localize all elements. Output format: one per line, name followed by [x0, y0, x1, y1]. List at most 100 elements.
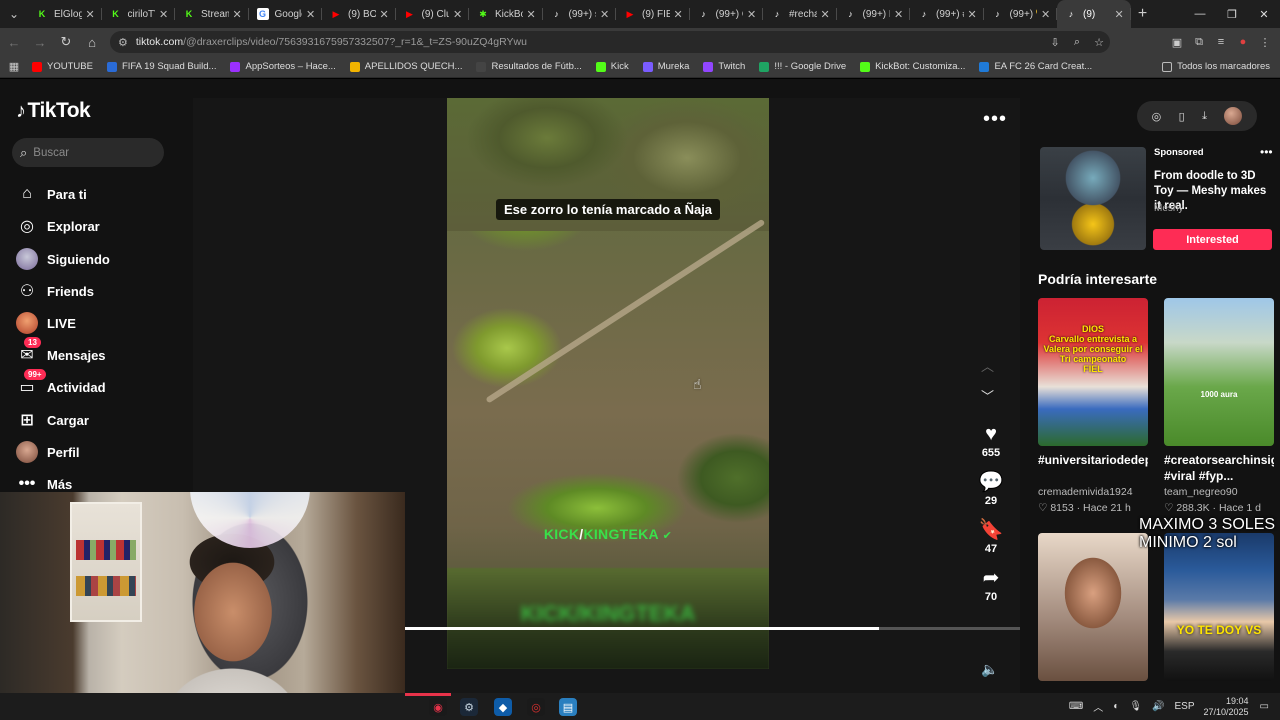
nav-item-actividad[interactable]: ▭ 99+ Actividad — [16, 369, 106, 401]
tab-close-icon[interactable]: ✕ — [453, 8, 463, 21]
share-button[interactable]: ➦ 70 — [973, 567, 1009, 603]
tab-close-icon[interactable]: ✕ — [233, 8, 243, 21]
nav-item-live[interactable]: LIVE — [16, 309, 76, 337]
ad-thumbnail[interactable] — [1040, 147, 1146, 250]
more-options-icon[interactable]: ••• — [983, 108, 1007, 131]
home-button[interactable]: ⌂ — [80, 30, 104, 54]
tab-close-icon[interactable]: ✕ — [306, 8, 316, 21]
bookmark-item[interactable]: YOUTUBE — [32, 61, 93, 72]
bookmark-item[interactable]: !!! - Google Drive — [759, 61, 846, 72]
app-icon-3[interactable]: ◆ — [494, 698, 512, 716]
bookmark-item[interactable]: Mureka — [642, 61, 689, 72]
nav-item-cargar[interactable]: ⊞ Cargar — [16, 406, 89, 434]
tab-close-icon[interactable]: ✕ — [674, 8, 684, 21]
tab-close-icon[interactable]: ✕ — [821, 8, 831, 21]
video-player[interactable]: Ese zorro lo tenía marcado a Ñaja KICK/K… — [447, 98, 769, 669]
previous-video-icon[interactable]: ︿ — [981, 356, 994, 375]
restore-button[interactable]: ❐ — [1216, 0, 1248, 28]
clock[interactable]: 19:04 27/10/2025 — [1204, 696, 1249, 718]
download-icon[interactable]: ⤓ — [1202, 110, 1207, 123]
tab-close-icon[interactable]: ✕ — [380, 8, 390, 21]
nav-item-para-ti[interactable]: ⌂ Para ti — [16, 180, 87, 208]
suggested-video-desc[interactable]: #universitariodedeportes... — [1038, 452, 1148, 484]
tab-close-icon[interactable]: ✕ — [968, 8, 978, 21]
tab-close-icon[interactable]: ✕ — [159, 8, 169, 21]
apps-grid-icon[interactable]: ▦ — [0, 60, 28, 73]
browser-tab[interactable]: K ElGloglo ✕ — [28, 0, 102, 28]
nav-item-explorar[interactable]: ◎ Explorar — [16, 212, 100, 240]
volume-icon[interactable]: 🔈 — [981, 661, 998, 678]
ad-brand[interactable]: Meshy — [1154, 203, 1183, 214]
browser-tab[interactable]: ▶ (9) BOI ✕ — [322, 0, 396, 28]
url-bar[interactable]: ⚙ tiktok.com/@draxerclips/video/75639316… — [110, 31, 1110, 53]
browser-tab[interactable]: ♪ #rechaz ✕ — [763, 0, 837, 28]
nav-item-siguiendo[interactable]: Siguiendo — [16, 245, 110, 273]
tab-close-icon[interactable]: ✕ — [894, 8, 904, 21]
obs-icon[interactable]: ◎ — [527, 698, 545, 716]
back-button[interactable]: ← — [2, 30, 26, 54]
profile-avatar[interactable]: ● — [1232, 31, 1254, 53]
video-progress-bar[interactable] — [405, 627, 1020, 630]
next-video-icon[interactable]: ﹀ — [981, 386, 994, 405]
tiktok-logo[interactable]: ♪ TikTok — [16, 99, 91, 123]
tab-close-icon[interactable]: ✕ — [600, 8, 610, 21]
minimize-button[interactable]: — — [1184, 0, 1216, 28]
microphone-icon[interactable]: 🎙 — [1129, 701, 1142, 712]
all-bookmarks-folder[interactable]: Todos los marcadores — [1162, 61, 1270, 72]
browser-tab[interactable]: KciriloTV✕ — [102, 0, 176, 28]
tab-close-icon[interactable]: ✕ — [527, 8, 537, 21]
install-app-icon[interactable]: ⇩ — [1044, 31, 1066, 53]
tab-search-button[interactable]: ⌄ — [0, 0, 28, 28]
ad-more-icon[interactable]: ••• — [1260, 145, 1273, 159]
browser-menu-icon[interactable]: ⋮ — [1254, 31, 1276, 53]
suggested-video-desc[interactable]: #creatorsearchinsights #viral #fyp... — [1164, 452, 1274, 484]
browser-tab[interactable]: K Stream ✕ — [175, 0, 249, 28]
browser-tab[interactable]: G Google✕ — [249, 0, 323, 28]
site-info-icon[interactable]: ⚙ — [118, 36, 128, 49]
forward-button[interactable]: → — [28, 30, 52, 54]
nav-item-friends[interactable]: ⚇ Friends — [16, 277, 94, 305]
lang-indicator[interactable]: ESP — [1174, 701, 1194, 712]
browser-tab[interactable]: ♪ (99+) P✕ — [837, 0, 911, 28]
suggested-video-thumbnail[interactable] — [1038, 533, 1148, 681]
search-box[interactable]: ⌕ — [12, 138, 164, 167]
close-window-button[interactable]: ✕ — [1248, 0, 1280, 28]
suggested-video-card[interactable]: 1000 aura #creatorsearchinsights #viral #… — [1164, 298, 1274, 514]
zoom-icon[interactable]: ⌕ — [1066, 31, 1088, 53]
suggested-video-card[interactable] — [1038, 533, 1148, 681]
coin-icon[interactable]: ◎ — [1152, 110, 1162, 123]
bookmark-item[interactable]: Kick — [595, 61, 629, 72]
bookmark-item[interactable]: KickBot: Customiza... — [860, 61, 965, 72]
bookmark-item[interactable]: Twitch — [703, 61, 745, 72]
nav-item-mensajes[interactable]: ✉ 13 Mensajes — [16, 337, 106, 369]
bookmark-item[interactable]: FIFA 19 Squad Build... — [106, 61, 216, 72]
nav-item-perfil[interactable]: Perfil — [16, 438, 80, 466]
notifications-icon[interactable]: ▭ — [1260, 701, 1269, 712]
media-controls-icon[interactable]: ≡ — [1210, 31, 1232, 53]
suggested-video-card[interactable]: YO TE DOY VS — [1164, 533, 1274, 681]
search-input[interactable] — [33, 146, 144, 159]
network-icon[interactable]: ◐ — [1113, 701, 1119, 712]
browser-tab[interactable]: ▶ (9) FIES ✕ — [616, 0, 690, 28]
browser-tab[interactable]: ♪ (99+) 💛✕ — [984, 0, 1058, 28]
tab-close-icon[interactable]: ✕ — [1041, 8, 1051, 21]
browser-tab[interactable]: ♪ (99+) Q✕ — [690, 0, 764, 28]
suggested-video-card[interactable]: DIOS Carvallo entrevista a Valera por co… — [1038, 298, 1148, 514]
browser-tab[interactable]: ♪ (9) ✕ — [1057, 0, 1131, 28]
suggested-video-thumbnail[interactable]: DIOS Carvallo entrevista a Valera por co… — [1038, 298, 1148, 446]
tab-close-icon[interactable]: ✕ — [86, 8, 96, 21]
tab-close-icon[interactable]: ✕ — [747, 8, 757, 21]
user-avatar[interactable] — [1224, 107, 1243, 125]
bookmark-item[interactable]: EA FC 26 Card Creat... — [979, 61, 1092, 72]
browser-tab[interactable]: ♪ (99+) # ✕ — [910, 0, 984, 28]
suggested-video-author[interactable]: team_negreo90 — [1164, 486, 1274, 498]
tray-expand-icon[interactable]: ︿ — [1093, 699, 1103, 714]
steam-icon[interactable]: ⚙ — [460, 698, 478, 716]
suggested-video-thumbnail[interactable]: 1000 aura — [1164, 298, 1274, 446]
like-button[interactable]: ♥ 655 — [973, 423, 1009, 459]
bookmark-star-icon[interactable]: ☆ — [1088, 31, 1110, 53]
bookmark-item[interactable]: AppSorteos – Hace... — [230, 61, 336, 72]
speaker-icon[interactable]: 🔊 — [1152, 701, 1164, 712]
bookmark-item[interactable]: APELLIDOS QUECH... — [349, 61, 462, 72]
reload-button[interactable]: ↻ — [54, 30, 78, 54]
